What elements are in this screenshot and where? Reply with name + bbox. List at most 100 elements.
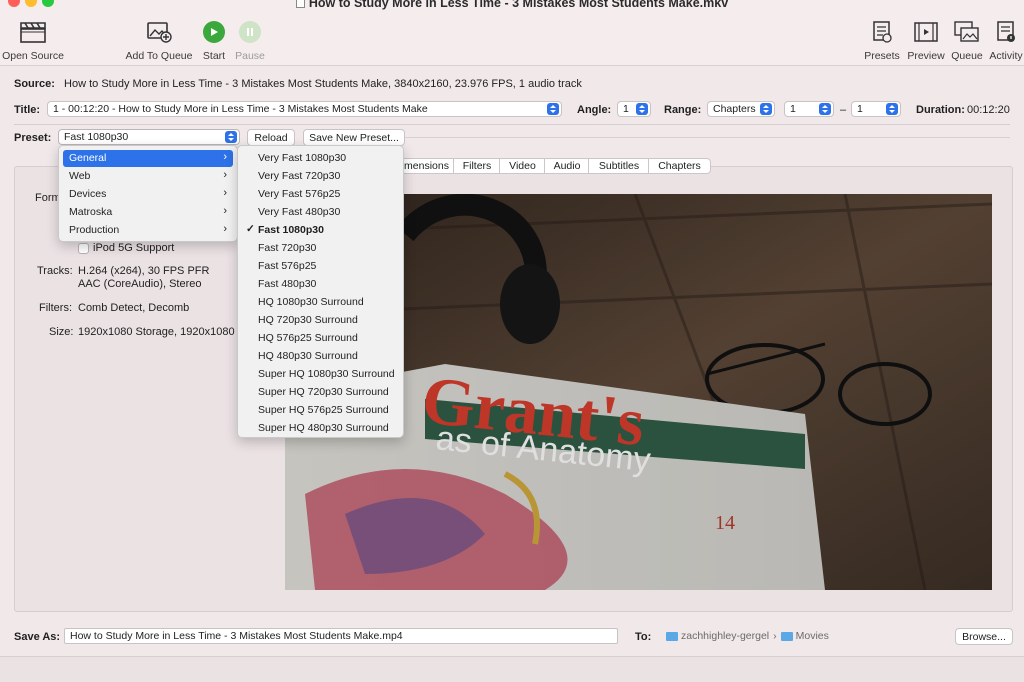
range-label: Range: — [664, 104, 702, 116]
size-label: Size: — [49, 326, 74, 338]
activity-log-icon — [995, 20, 1017, 44]
menu-item-general[interactable]: General › — [63, 150, 233, 167]
add-to-queue-button[interactable]: Add To Queue — [124, 20, 194, 62]
duration-value: 00:12:20 — [967, 104, 1010, 116]
preset-item[interactable]: Very Fast 576p25 — [242, 186, 399, 203]
tracks-label: Tracks: — [37, 265, 73, 277]
preset-item[interactable]: Very Fast 1080p30 — [242, 150, 399, 167]
menu-item-label: General — [69, 152, 107, 164]
tab-filters[interactable]: Filters — [453, 158, 500, 174]
format-label: Form — [35, 192, 61, 204]
checkmark-icon: ✓ — [246, 223, 255, 235]
filters-label: Filters: — [39, 302, 72, 314]
play-icon — [203, 21, 225, 43]
folder-icon — [780, 631, 793, 641]
preview-button[interactable]: Preview — [905, 20, 947, 62]
tab-subtitles[interactable]: Subtitles — [588, 158, 649, 174]
tab-video[interactable]: Video — [499, 158, 545, 174]
presets-button[interactable]: Presets — [862, 20, 902, 62]
preset-item[interactable]: HQ 480p30 Surround — [242, 348, 399, 365]
presets-label: Presets — [864, 50, 900, 62]
preset-item[interactable]: Super HQ 480p30 Surround — [242, 420, 399, 437]
title-label: Title: — [14, 104, 41, 116]
tracks-audio: AAC (CoreAudio), Stereo — [78, 278, 202, 290]
save-as-value: How to Study More in Less Time - 3 Mista… — [70, 630, 403, 642]
chevron-down-icon — [225, 131, 237, 143]
source-row: Source: How to Study More in Less Time -… — [14, 78, 582, 90]
stepper-icon — [819, 103, 831, 115]
window-title-text: How to Study More in Less Time - 3 Mista… — [308, 0, 729, 10]
menu-item-devices[interactable]: Devices › — [63, 186, 233, 203]
checkbox-icon — [78, 242, 89, 254]
status-bar — [0, 656, 1024, 682]
folder-icon — [666, 631, 678, 641]
tab-dimensions[interactable]: mensions — [398, 158, 454, 174]
queue-label: Queue — [951, 50, 983, 62]
add-to-queue-label: Add To Queue — [125, 50, 193, 62]
start-button[interactable]: Start — [198, 20, 230, 62]
preset-item[interactable]: Super HQ 576p25 Surround — [242, 402, 399, 419]
chevron-right-icon: › — [223, 187, 227, 199]
save-as-field[interactable]: How to Study More in Less Time - 3 Mista… — [64, 628, 618, 644]
window-title: How to Study More in Less Time - 3 Mista… — [0, 0, 1024, 10]
ipod-support-checkbox[interactable]: iPod 5G Support — [78, 242, 174, 254]
duration-label: Duration: — [916, 104, 965, 116]
chevron-right-icon: › — [223, 169, 227, 181]
preset-item-label: Fast 1080p30 — [258, 224, 324, 236]
preset-submenu: Very Fast 1080p30 Very Fast 720p30 Very … — [237, 145, 404, 438]
range-end-popup[interactable]: 1 — [851, 101, 901, 117]
film-icon — [914, 20, 938, 44]
menu-item-label: Matroska — [69, 206, 113, 218]
save-new-preset-button[interactable]: Save New Preset... — [303, 129, 405, 146]
range-type-popup[interactable]: Chapters — [707, 101, 775, 117]
preset-item[interactable]: Super HQ 1080p30 Surround — [242, 366, 399, 383]
reload-button[interactable]: Reload — [247, 129, 295, 146]
preset-item[interactable]: Very Fast 480p30 — [242, 204, 399, 221]
angle-popup[interactable]: 1 — [617, 101, 651, 117]
chevron-right-icon: › — [773, 630, 777, 642]
window-toolbar: How to Study More in Less Time - 3 Mista… — [0, 0, 1024, 66]
menu-item-web[interactable]: Web › — [63, 168, 233, 185]
pause-button[interactable]: Pause — [233, 20, 267, 62]
menu-item-label: Production — [69, 224, 120, 236]
browse-button[interactable]: Browse... — [955, 628, 1013, 645]
destination-path[interactable]: zachhighley-gergel › Movies — [666, 630, 829, 642]
document-icon — [295, 0, 305, 8]
save-as-label: Save As: — [14, 631, 61, 643]
activity-label: Activity — [989, 50, 1023, 62]
preset-item[interactable]: Fast 576p25 — [242, 258, 399, 275]
preset-item[interactable]: Super HQ 720p30 Surround — [242, 384, 399, 401]
tab-chapters[interactable]: Chapters — [648, 158, 711, 174]
stacked-photos-icon — [954, 20, 980, 44]
preset-popup-value: Fast 1080p30 — [64, 131, 129, 143]
title-popup-value: 1 - 00:12:20 - How to Study More in Less… — [53, 103, 428, 115]
size-value: 1920x1080 Storage, 1920x1080 Di — [78, 326, 248, 338]
ipod-support-label: iPod 5G Support — [93, 242, 175, 254]
preset-item-selected[interactable]: ✓ Fast 1080p30 — [242, 222, 399, 239]
tab-audio[interactable]: Audio — [544, 158, 589, 174]
preset-item[interactable]: Very Fast 720p30 — [242, 168, 399, 185]
preset-item[interactable]: Fast 480p30 — [242, 276, 399, 293]
preset-popup[interactable]: Fast 1080p30 — [58, 129, 240, 145]
preset-item[interactable]: HQ 1080p30 Surround — [242, 294, 399, 311]
menu-item-production[interactable]: Production › — [63, 222, 233, 239]
open-source-button[interactable]: Open Source — [2, 20, 64, 62]
preset-item[interactable]: HQ 576p25 Surround — [242, 330, 399, 347]
activity-button[interactable]: Activity — [988, 20, 1024, 62]
angle-label: Angle: — [577, 104, 612, 116]
queue-button[interactable]: Queue — [949, 20, 985, 62]
preset-category-menu: General › Web › Devices › Matroska › Product… — [58, 145, 238, 242]
chevron-right-icon: › — [223, 151, 227, 163]
range-start-value: 1 — [790, 103, 796, 115]
pause-icon — [239, 21, 261, 43]
preset-item[interactable]: Fast 720p30 — [242, 240, 399, 257]
preset-item[interactable]: HQ 720p30 Surround — [242, 312, 399, 329]
menu-item-matroska[interactable]: Matroska › — [63, 204, 233, 221]
range-type-value: Chapters — [713, 103, 756, 115]
source-label: Source: — [14, 78, 55, 90]
pause-label: Pause — [235, 50, 265, 62]
add-photo-icon — [146, 20, 172, 44]
range-start-popup[interactable]: 1 — [784, 101, 834, 117]
title-popup[interactable]: 1 - 00:12:20 - How to Study More in Less… — [47, 101, 562, 117]
chevron-right-icon: › — [223, 223, 227, 235]
